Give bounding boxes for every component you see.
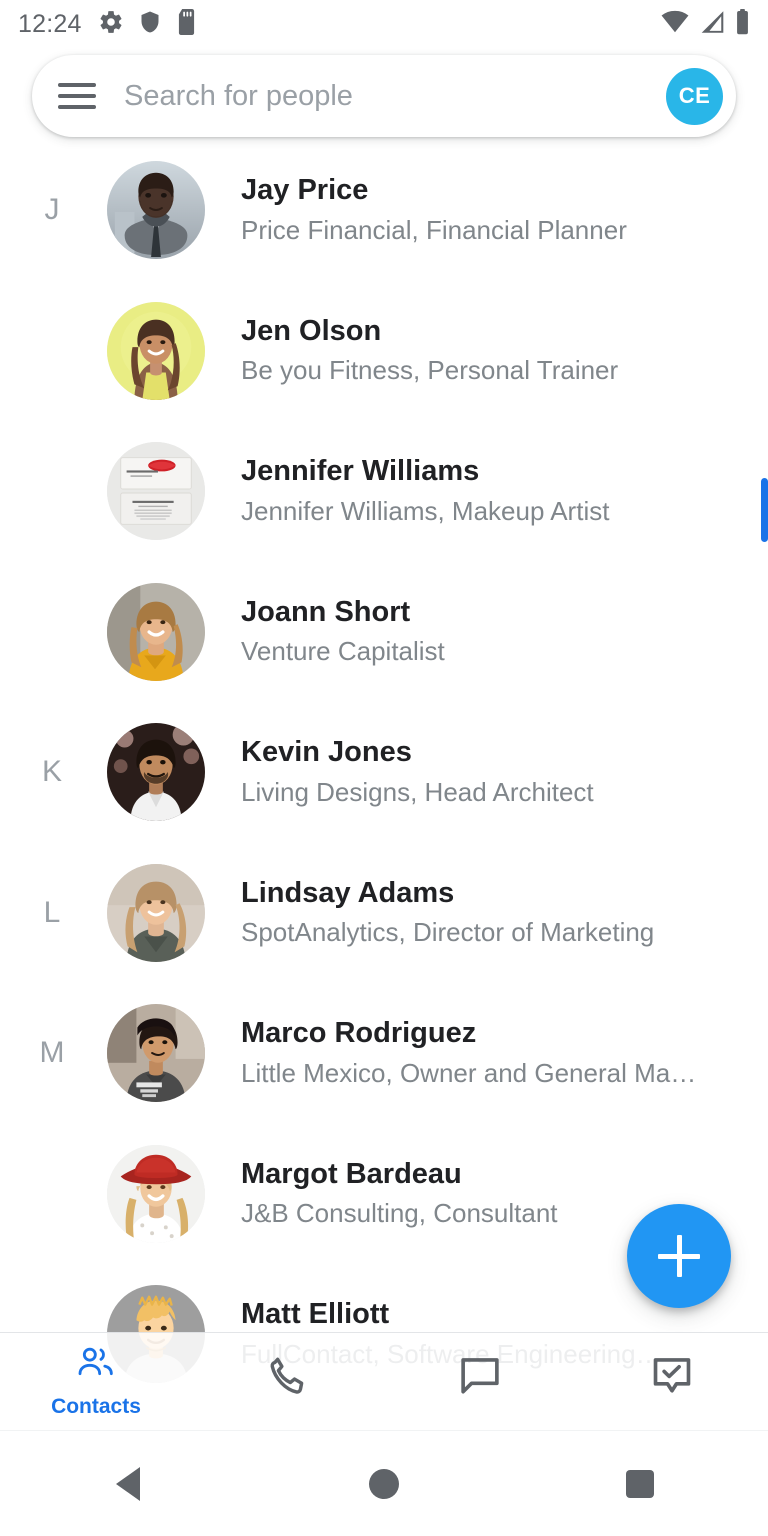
contact-list[interactable]: J Jay Price Price Financial, Financial P… [0, 140, 768, 1536]
tab-chat[interactable] [384, 1333, 576, 1430]
section-index-letter: M [39, 1036, 65, 1070]
status-bar: 12:24 [0, 0, 768, 48]
search-input[interactable] [124, 79, 666, 113]
contact-list-item[interactable]: L Lindsay Adams SpotAnalytics, Director … [0, 843, 768, 984]
contact-avatar [107, 161, 205, 260]
recents-square-icon [626, 1469, 654, 1498]
section-index-letter: L [43, 895, 61, 929]
tab-contacts-label: Contacts [51, 1395, 141, 1418]
status-bar-notification-icons [98, 8, 197, 40]
recents-button[interactable] [512, 1431, 768, 1536]
avatar-initials: CE [678, 83, 711, 108]
android-navigation-bar [0, 1430, 768, 1536]
status-bar-system-icons [660, 8, 750, 40]
avatar[interactable]: CE [666, 67, 723, 125]
contact-name: Jay Price [241, 174, 369, 207]
hamburger-menu-icon[interactable] [58, 83, 96, 109]
home-circle-icon [369, 1468, 399, 1499]
contact-title: Little Mexico, Owner and General Ma… [241, 1057, 697, 1088]
contact-name: Kevin Jones [241, 736, 412, 769]
phone-icon [265, 1353, 311, 1404]
contact-avatar [107, 863, 205, 962]
wifi-icon [660, 10, 690, 39]
contact-title: Jennifer Williams, Makeup Artist [241, 495, 610, 526]
contact-text-block: Marco Rodriguez Little Mexico, Owner and… [241, 1016, 768, 1090]
contact-list-item[interactable]: J Jay Price Price Financial, Financial P… [0, 140, 768, 281]
search-bar-container: CE [0, 48, 768, 149]
contact-avatar [107, 301, 205, 400]
contact-title: Be you Fitness, Personal Trainer [241, 355, 619, 386]
bottom-tab-bar: Contacts [0, 1332, 768, 1430]
back-button[interactable] [0, 1431, 256, 1536]
contact-list-item[interactable]: Jennifer Williams Jennifer Williams, Mak… [0, 421, 768, 562]
task-check-icon [649, 1354, 695, 1403]
contact-name: Jen Olson [241, 314, 382, 347]
contact-title: Living Designs, Head Architect [241, 776, 594, 807]
contact-text-block: Jennifer Williams Jennifer Williams, Mak… [241, 454, 768, 528]
contact-avatar [107, 442, 205, 541]
contact-list-item[interactable]: Jen Olson Be you Fitness, Personal Train… [0, 281, 768, 422]
contact-avatar [107, 723, 205, 822]
tab-contacts[interactable]: Contacts [0, 1333, 192, 1430]
contact-list-item[interactable]: Joann Short Venture Capitalist [0, 562, 768, 703]
battery-icon [735, 8, 750, 40]
contact-avatar [107, 1004, 205, 1103]
contact-title: Price Financial, Financial Planner [241, 214, 627, 245]
contact-name: Margot Bardeau [241, 1157, 462, 1190]
people-icon [74, 1344, 118, 1389]
contact-text-block: Lindsay Adams SpotAnalytics, Director of… [241, 876, 768, 950]
contact-text-block: Jen Olson Be you Fitness, Personal Train… [241, 314, 768, 388]
cellular-signal-icon [699, 10, 726, 39]
contact-list-item[interactable]: M Marco Rodriguez Little Mexico, Owner a… [0, 983, 768, 1124]
contact-name: Joann Short [241, 595, 411, 628]
scrollbar-thumb[interactable] [761, 478, 768, 542]
status-bar-clock: 12:24 [18, 9, 82, 38]
contact-avatar [107, 1144, 205, 1243]
contact-title: SpotAnalytics, Director of Marketing [241, 917, 655, 948]
add-contact-fab-button[interactable] [627, 1204, 731, 1308]
contact-avatar [107, 582, 205, 681]
tab-tasks[interactable] [576, 1333, 768, 1430]
contact-name: Jennifer Williams [241, 455, 480, 488]
contact-name: Marco Rodriguez [241, 1017, 477, 1050]
gear-icon [98, 9, 124, 40]
home-button[interactable] [256, 1431, 512, 1536]
contact-text-block: Joann Short Venture Capitalist [241, 595, 768, 669]
section-index-letter: J [44, 193, 60, 227]
chat-bubble-icon [457, 1354, 503, 1403]
tab-phone[interactable] [192, 1333, 384, 1430]
sd-card-icon [176, 8, 197, 40]
search-bar[interactable]: CE [32, 55, 736, 137]
contact-list-item[interactable]: K Kevin Jones Living Designs, Head Archi… [0, 702, 768, 843]
back-triangle-icon [116, 1466, 140, 1501]
contact-text-block: Kevin Jones Living Designs, Head Archite… [241, 735, 768, 809]
contact-text-block: Jay Price Price Financial, Financial Pla… [241, 173, 768, 247]
contact-name: Lindsay Adams [241, 876, 455, 909]
shield-icon [138, 9, 162, 40]
contact-title: Venture Capitalist [241, 636, 445, 667]
section-index-letter: K [41, 755, 62, 789]
